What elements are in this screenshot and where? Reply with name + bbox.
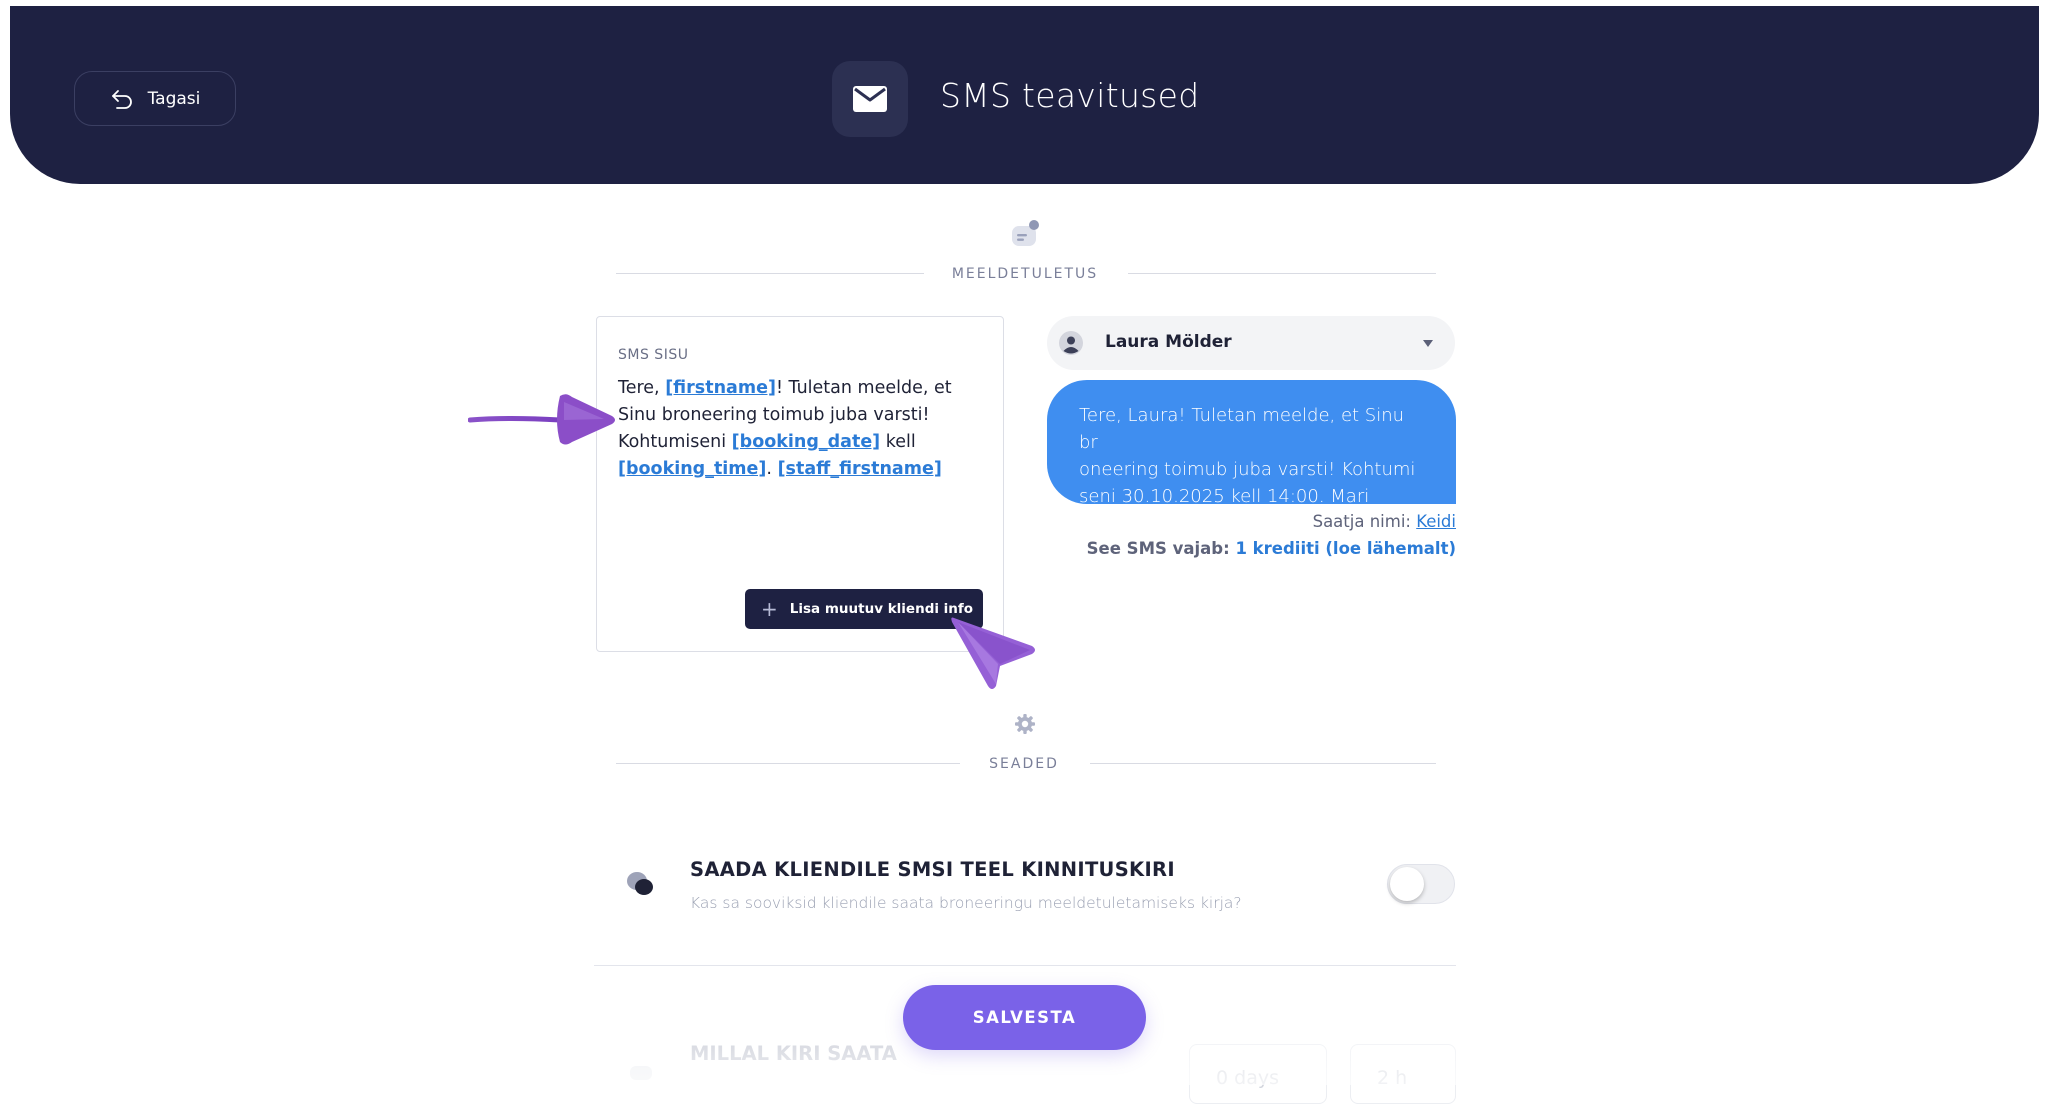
bubble-line: Tere, Laura! Tuletan meelde, et Sinu br xyxy=(1079,405,1405,453)
undo-arrow-icon xyxy=(111,89,132,109)
divider-left xyxy=(616,273,924,274)
hours-select[interactable]: 2 h xyxy=(1350,1044,1456,1104)
divider-right xyxy=(1128,273,1436,274)
add-variable-label: Lisa muutuv kliendi info xyxy=(789,601,974,617)
save-button[interactable]: SALVESTA xyxy=(903,985,1146,1050)
text-part: . xyxy=(766,459,778,479)
tag-staff-firstname[interactable]: [staff_firstname] xyxy=(778,459,942,479)
cursor-pointer-icon xyxy=(951,617,1035,689)
gear-icon xyxy=(1015,714,1035,734)
section-label-reminder: MEELDETULETUS xyxy=(951,266,1099,282)
text-part: Tere, xyxy=(618,378,666,398)
chat-bubble-icon xyxy=(1012,220,1039,246)
tag-firstname[interactable]: [firstname] xyxy=(665,378,776,398)
sms-editor[interactable]: SMS SISU Tere, [firstname]! Tuletan meel… xyxy=(596,316,1004,652)
recipient-name: Laura Mölder xyxy=(1105,332,1232,352)
send-time-title: MILLAL KIRI SAATA xyxy=(690,1042,897,1065)
row-divider xyxy=(594,965,1456,966)
bubble-line: oneering toimub juba varsti! Kohtumi xyxy=(1079,459,1416,480)
arrow-right-icon xyxy=(468,394,615,445)
credits-link[interactable]: 1 krediiti (loe lähemalt) xyxy=(1235,539,1456,558)
sms-preview-bubble: Tere, Laura! Tuletan meelde, et Sinu br … xyxy=(1047,380,1456,507)
toggle-knob xyxy=(1390,867,1424,901)
days-value: 0 days xyxy=(1216,1067,1279,1089)
credits-label: See SMS vajab: xyxy=(1086,539,1236,558)
sms-content-label: SMS SISU xyxy=(618,347,689,363)
sender-label: Saatja nimi: xyxy=(1312,512,1417,531)
recipient-select[interactable]: Laura Mölder xyxy=(1047,316,1455,370)
confirmation-setting-description: Kas sa sooviksid kliendile saata broneer… xyxy=(690,894,1242,912)
avatar xyxy=(1059,331,1083,355)
chat-bubbles-icon xyxy=(627,872,653,895)
back-button[interactable]: Tagasi xyxy=(74,71,236,126)
divider-right xyxy=(1090,763,1436,764)
plus-icon: + xyxy=(761,597,778,621)
days-select[interactable]: 0 days xyxy=(1189,1044,1327,1104)
sms-content-text[interactable]: Tere, [firstname]! Tuletan meelde, et Si… xyxy=(618,375,988,483)
sender-link[interactable]: Keidi xyxy=(1416,512,1456,531)
clock-icon xyxy=(630,1066,652,1080)
text-part: kell xyxy=(880,432,916,452)
page-title: SMS teavitused xyxy=(940,76,1200,115)
envelope-icon xyxy=(832,61,908,137)
chevron-down-icon xyxy=(1423,340,1433,347)
divider-left xyxy=(616,763,960,764)
section-label-settings: SEADED xyxy=(989,756,1059,772)
tag-booking-date[interactable]: [booking_date] xyxy=(732,432,881,452)
bubble-line: seni 30.10.2025 kell 14:00. Mari xyxy=(1079,486,1370,507)
page-header: Tagasi SMS teavitused xyxy=(10,6,2039,184)
confirmation-setting-title: SAADA KLIENDILE SMSI TEEL KINNITUSKIRI xyxy=(690,858,1175,881)
sender-info: Saatja nimi: Keidi xyxy=(1313,512,1456,531)
confirmation-toggle[interactable] xyxy=(1387,864,1455,904)
hours-value: 2 h xyxy=(1377,1067,1408,1089)
credits-info: See SMS vajab: 1 krediiti (loe lähemalt) xyxy=(1087,539,1456,558)
back-button-label: Tagasi xyxy=(147,88,201,109)
tag-booking-time[interactable]: [booking_time] xyxy=(618,459,766,479)
